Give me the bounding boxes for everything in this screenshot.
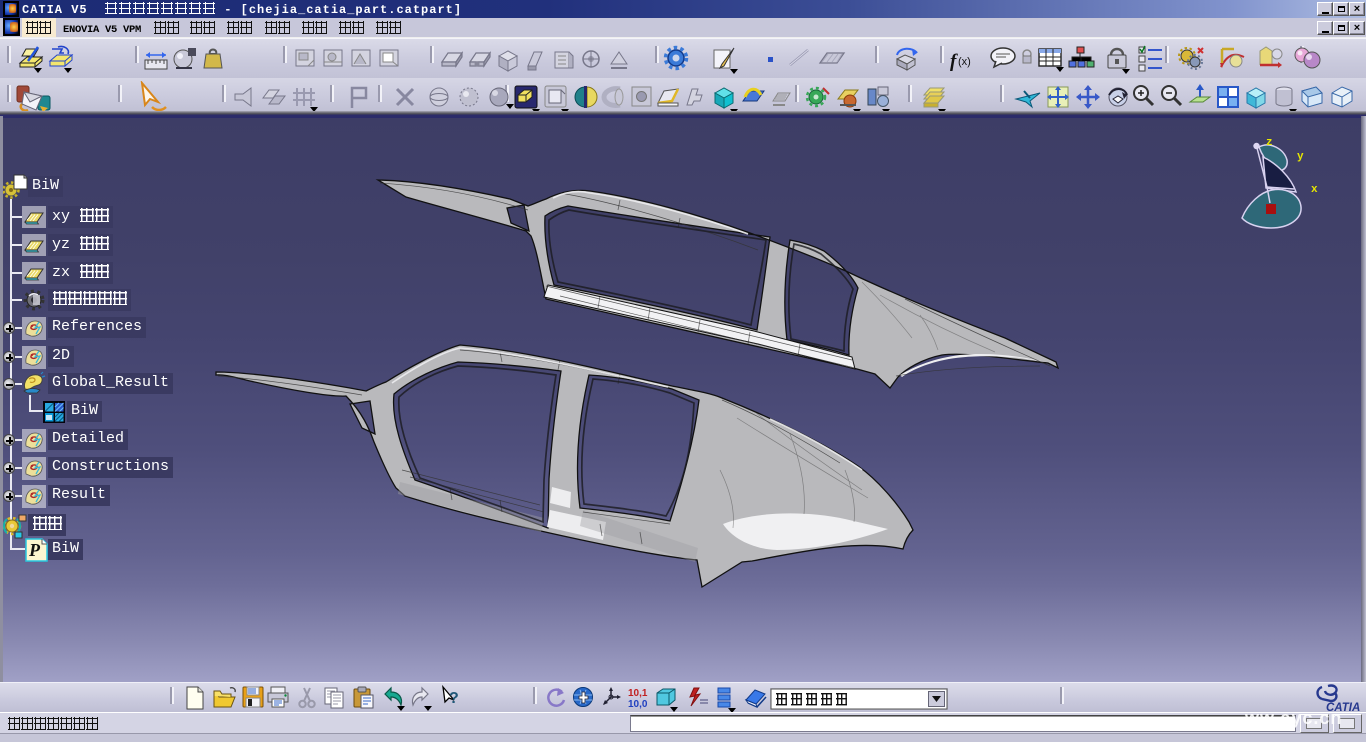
svg-text:z: z (1266, 137, 1273, 149)
svg-text:x: x (1311, 184, 1318, 196)
svg-text:y: y (1297, 151, 1304, 163)
svg-text:?: ? (449, 690, 459, 707)
svg-text:10,0: 10,0 (628, 699, 648, 710)
svg-text:(x): (x) (958, 56, 971, 68)
svg-text:f: f (950, 51, 958, 72)
svg-text:10,1: 10,1 (628, 688, 648, 699)
svg-text:P: P (28, 540, 41, 560)
